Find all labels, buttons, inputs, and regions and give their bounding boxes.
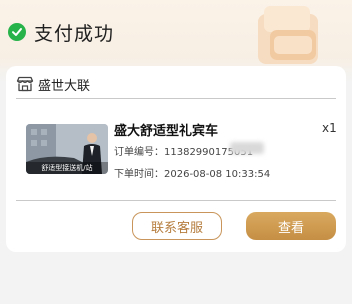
store-row[interactable]: 盛世大联 bbox=[16, 74, 90, 94]
order-time: 下单时间：2026-08-08 10:33:54 bbox=[114, 165, 270, 180]
redaction-mask bbox=[230, 142, 264, 154]
store-name: 盛世大联 bbox=[38, 78, 91, 94]
wallet-illustration bbox=[258, 6, 318, 64]
divider bbox=[16, 98, 336, 99]
store-icon bbox=[16, 76, 34, 92]
page-title: 支付成功 bbox=[34, 23, 115, 45]
product-image[interactable]: 舒适型接送机/站 bbox=[26, 124, 108, 174]
order-time-label: 下单时间： bbox=[114, 169, 164, 180]
check-circle-icon bbox=[8, 23, 26, 41]
view-button[interactable]: 查看 bbox=[246, 212, 336, 240]
product-image-caption: 舒适型接送机/站 bbox=[26, 162, 108, 174]
divider bbox=[16, 200, 336, 201]
order-number-label: 订单编号： bbox=[114, 147, 164, 158]
contact-service-button[interactable]: 联系客服 bbox=[132, 212, 222, 240]
quantity: x1 bbox=[322, 121, 337, 135]
order-time-value: 2026-08-08 10:33:54 bbox=[164, 169, 271, 180]
product-title[interactable]: 盛大舒适型礼宾车 bbox=[114, 120, 218, 139]
order-card: 盛世大联 舒适型接送机/站 盛大舒适型礼宾车 x1 订单编号：113829901… bbox=[6, 66, 346, 252]
